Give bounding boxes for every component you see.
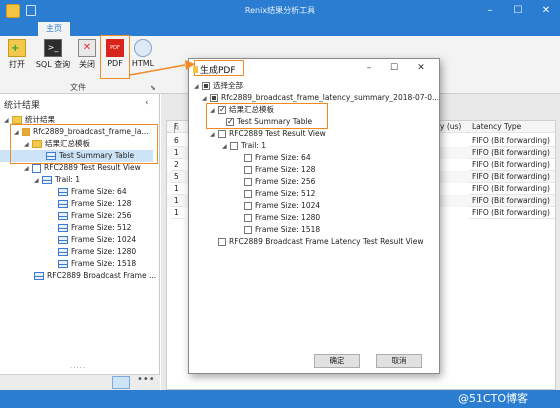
latency-type-cell: FIFO (Bit forwarding): [469, 195, 555, 207]
tree-item[interactable]: Frame Size: 1518: [0, 258, 159, 270]
table-icon: [58, 260, 68, 268]
latency-type-cell: FIFO (Bit forwarding): [469, 183, 555, 195]
frame-size-checkbox[interactable]: [244, 190, 252, 198]
frame-size-checkbox[interactable]: [244, 166, 252, 174]
tree-item[interactable]: Frame Size: 1280: [0, 246, 159, 258]
frame-size-row[interactable]: Frame Size: 1280: [192, 212, 436, 224]
folder-icon: [12, 116, 22, 124]
table-icon: [58, 200, 68, 208]
latency-type-cell: FIFO (Bit forwarding): [469, 135, 555, 147]
terminal-icon: >_: [44, 39, 62, 57]
view-icon: [32, 163, 41, 173]
open-button[interactable]: + 打开: [4, 38, 30, 78]
annotation-arrow: [129, 60, 195, 76]
close-window-button[interactable]: ✕: [532, 0, 560, 22]
frame-size-checkbox[interactable]: [244, 154, 252, 162]
open-plus-icon: +: [8, 39, 26, 57]
table-icon: [58, 236, 68, 244]
expand-arrow-icon[interactable]: ◢: [34, 175, 42, 187]
scroll-left-icon[interactable]: |‹: [173, 124, 180, 134]
file-node-checkbox[interactable]: [210, 94, 218, 102]
frame-size-row[interactable]: Frame Size: 1024: [192, 200, 436, 212]
expand-arrow-icon[interactable]: ◢: [24, 163, 32, 175]
header-cell: y (us): [437, 121, 467, 133]
splitter-grip[interactable]: ·····: [70, 364, 86, 372]
broadcast-view-row[interactable]: RFC2889 Broadcast Frame Latency Test Res…: [192, 236, 436, 248]
broadcast-view-checkbox[interactable]: [218, 238, 226, 246]
expand-arrow-icon[interactable]: ◢: [222, 141, 230, 153]
table-cell: 1: [171, 195, 185, 207]
result-view-row[interactable]: ◢ RFC2889 Test Result View: [192, 128, 436, 140]
tree-item[interactable]: ◢ Trail: 1: [0, 174, 159, 186]
frame-size-checkbox[interactable]: [244, 178, 252, 186]
close-button[interactable]: ✕ 关闭: [76, 38, 98, 78]
frame-size-row[interactable]: Frame Size: 128: [192, 164, 436, 176]
table-icon: [58, 248, 68, 256]
frame-size-checkbox[interactable]: [244, 226, 252, 234]
sql-query-button[interactable]: >_ SQL 查询: [34, 38, 72, 78]
tree-item[interactable]: Frame Size: 1024: [0, 234, 159, 246]
frame-size-checkbox[interactable]: [244, 214, 252, 222]
frame-size-row[interactable]: Frame Size: 64: [192, 152, 436, 164]
header-latency-type: Latency Type: [469, 121, 555, 133]
dialog-minimize-button[interactable]: –: [358, 58, 380, 78]
table-icon: [42, 176, 52, 184]
select-all-row[interactable]: ◢ 选择全部: [192, 80, 436, 92]
table-cell: 1: [171, 147, 185, 159]
table-icon: [34, 272, 44, 280]
latency-type-cell: FIFO (Bit forwarding): [469, 207, 555, 219]
ribbon-tab-strip: [0, 22, 560, 36]
select-all-checkbox[interactable]: [202, 82, 210, 90]
dialog-maximize-button[interactable]: ☐: [383, 58, 405, 78]
table-cell: 5: [171, 171, 185, 183]
tab-main[interactable]: 主页: [38, 22, 70, 36]
result-view-checkbox[interactable]: [218, 130, 226, 138]
expand-arrow-icon[interactable]: ◢: [210, 129, 218, 141]
tree-item[interactable]: Frame Size: 64: [0, 186, 159, 198]
table-cell: 1: [171, 183, 185, 195]
grid-view-icon[interactable]: [112, 376, 130, 389]
latency-type-cell: FIFO (Bit forwarding): [469, 147, 555, 159]
table-icon: [58, 224, 68, 232]
close-doc-icon: ✕: [78, 39, 96, 57]
dialog-title: 生成PDF: [200, 66, 236, 76]
more-icon[interactable]: •••: [137, 374, 155, 385]
watermark: @51CTO博客: [458, 392, 529, 405]
trail-row[interactable]: ◢ Trail: 1: [192, 140, 436, 152]
left-panel-title: 统计结果: [4, 101, 41, 111]
cancel-button[interactable]: 取消: [376, 354, 422, 368]
table-cell: 6: [171, 135, 185, 147]
tree-item[interactable]: RFC2889 Broadcast Frame ...: [0, 270, 159, 282]
collapse-panel-icon[interactable]: ‹: [145, 98, 149, 108]
tree-item[interactable]: Frame Size: 128: [0, 198, 159, 210]
group-file-label: 文件: [70, 83, 86, 92]
minimize-button[interactable]: –: [476, 0, 504, 22]
tree-item[interactable]: Frame Size: 512: [0, 222, 159, 234]
dialog-close-button[interactable]: ✕: [410, 58, 432, 78]
frame-size-checkbox[interactable]: [244, 202, 252, 210]
ok-button[interactable]: 确定: [314, 354, 360, 368]
frame-size-row[interactable]: Frame Size: 1518: [192, 224, 436, 236]
table-icon: [58, 188, 68, 196]
maximize-button[interactable]: ☐: [504, 0, 532, 22]
frame-size-row[interactable]: Frame Size: 256: [192, 176, 436, 188]
tree-highlight: [10, 124, 158, 164]
table-icon: [58, 212, 68, 220]
table-cell: 2: [171, 159, 185, 171]
group-expand-icon[interactable]: ⬊: [150, 84, 156, 92]
pdf-icon: PDF: [106, 39, 124, 57]
dialog-selection-highlight: [206, 103, 328, 129]
latency-type-cell: FIFO (Bit forwarding): [469, 159, 555, 171]
latency-type-cell: FIFO (Bit forwarding): [469, 171, 555, 183]
tree-item[interactable]: Frame Size: 256: [0, 210, 159, 222]
frame-size-row[interactable]: Frame Size: 512: [192, 188, 436, 200]
table-cell: 1: [171, 207, 185, 219]
trail-checkbox[interactable]: [230, 142, 238, 150]
